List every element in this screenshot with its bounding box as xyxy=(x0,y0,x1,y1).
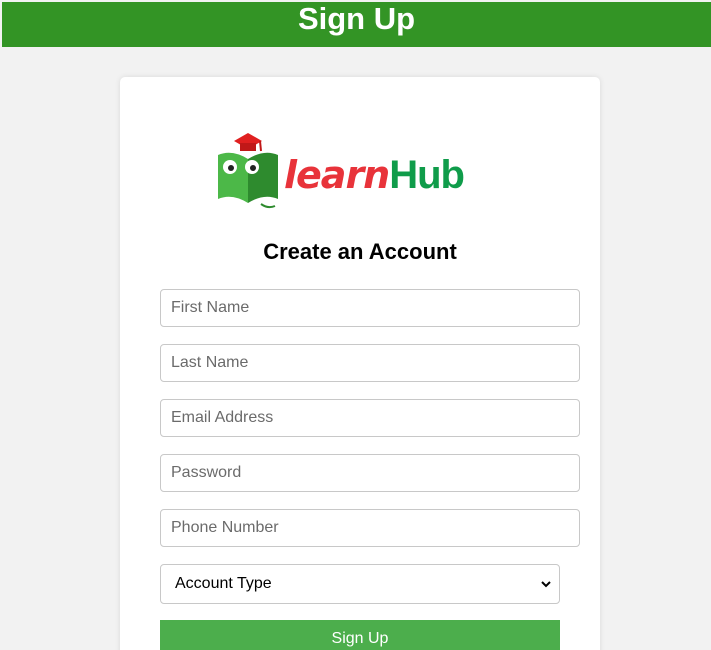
chevron-down-icon xyxy=(541,581,551,588)
logo-text-hub: Hub xyxy=(389,153,465,197)
learnhub-logo: learnHub xyxy=(214,129,514,211)
page-header: Sign Up xyxy=(2,2,711,47)
logo-text: learnHub xyxy=(284,145,465,205)
account-type-select[interactable]: Account Type xyxy=(160,564,560,604)
password-input[interactable] xyxy=(160,454,580,492)
account-type-selected-value: Account Type xyxy=(175,575,272,592)
page-title: Sign Up xyxy=(297,1,416,36)
logo-text-learn: learn xyxy=(284,153,390,197)
email-input[interactable] xyxy=(160,399,580,437)
signup-card: learnHub Create an Account Account Type … xyxy=(120,77,600,650)
phone-number-input[interactable] xyxy=(160,509,580,547)
page: Sign Up learnHub Create an Account First… xyxy=(0,0,711,650)
sign-up-button[interactable]: Sign Up xyxy=(160,620,560,650)
book-graduation-cap-icon xyxy=(218,133,278,209)
form-heading: Create an Account xyxy=(263,239,457,264)
first-name-input[interactable] xyxy=(160,289,580,327)
last-name-input[interactable] xyxy=(160,344,580,382)
